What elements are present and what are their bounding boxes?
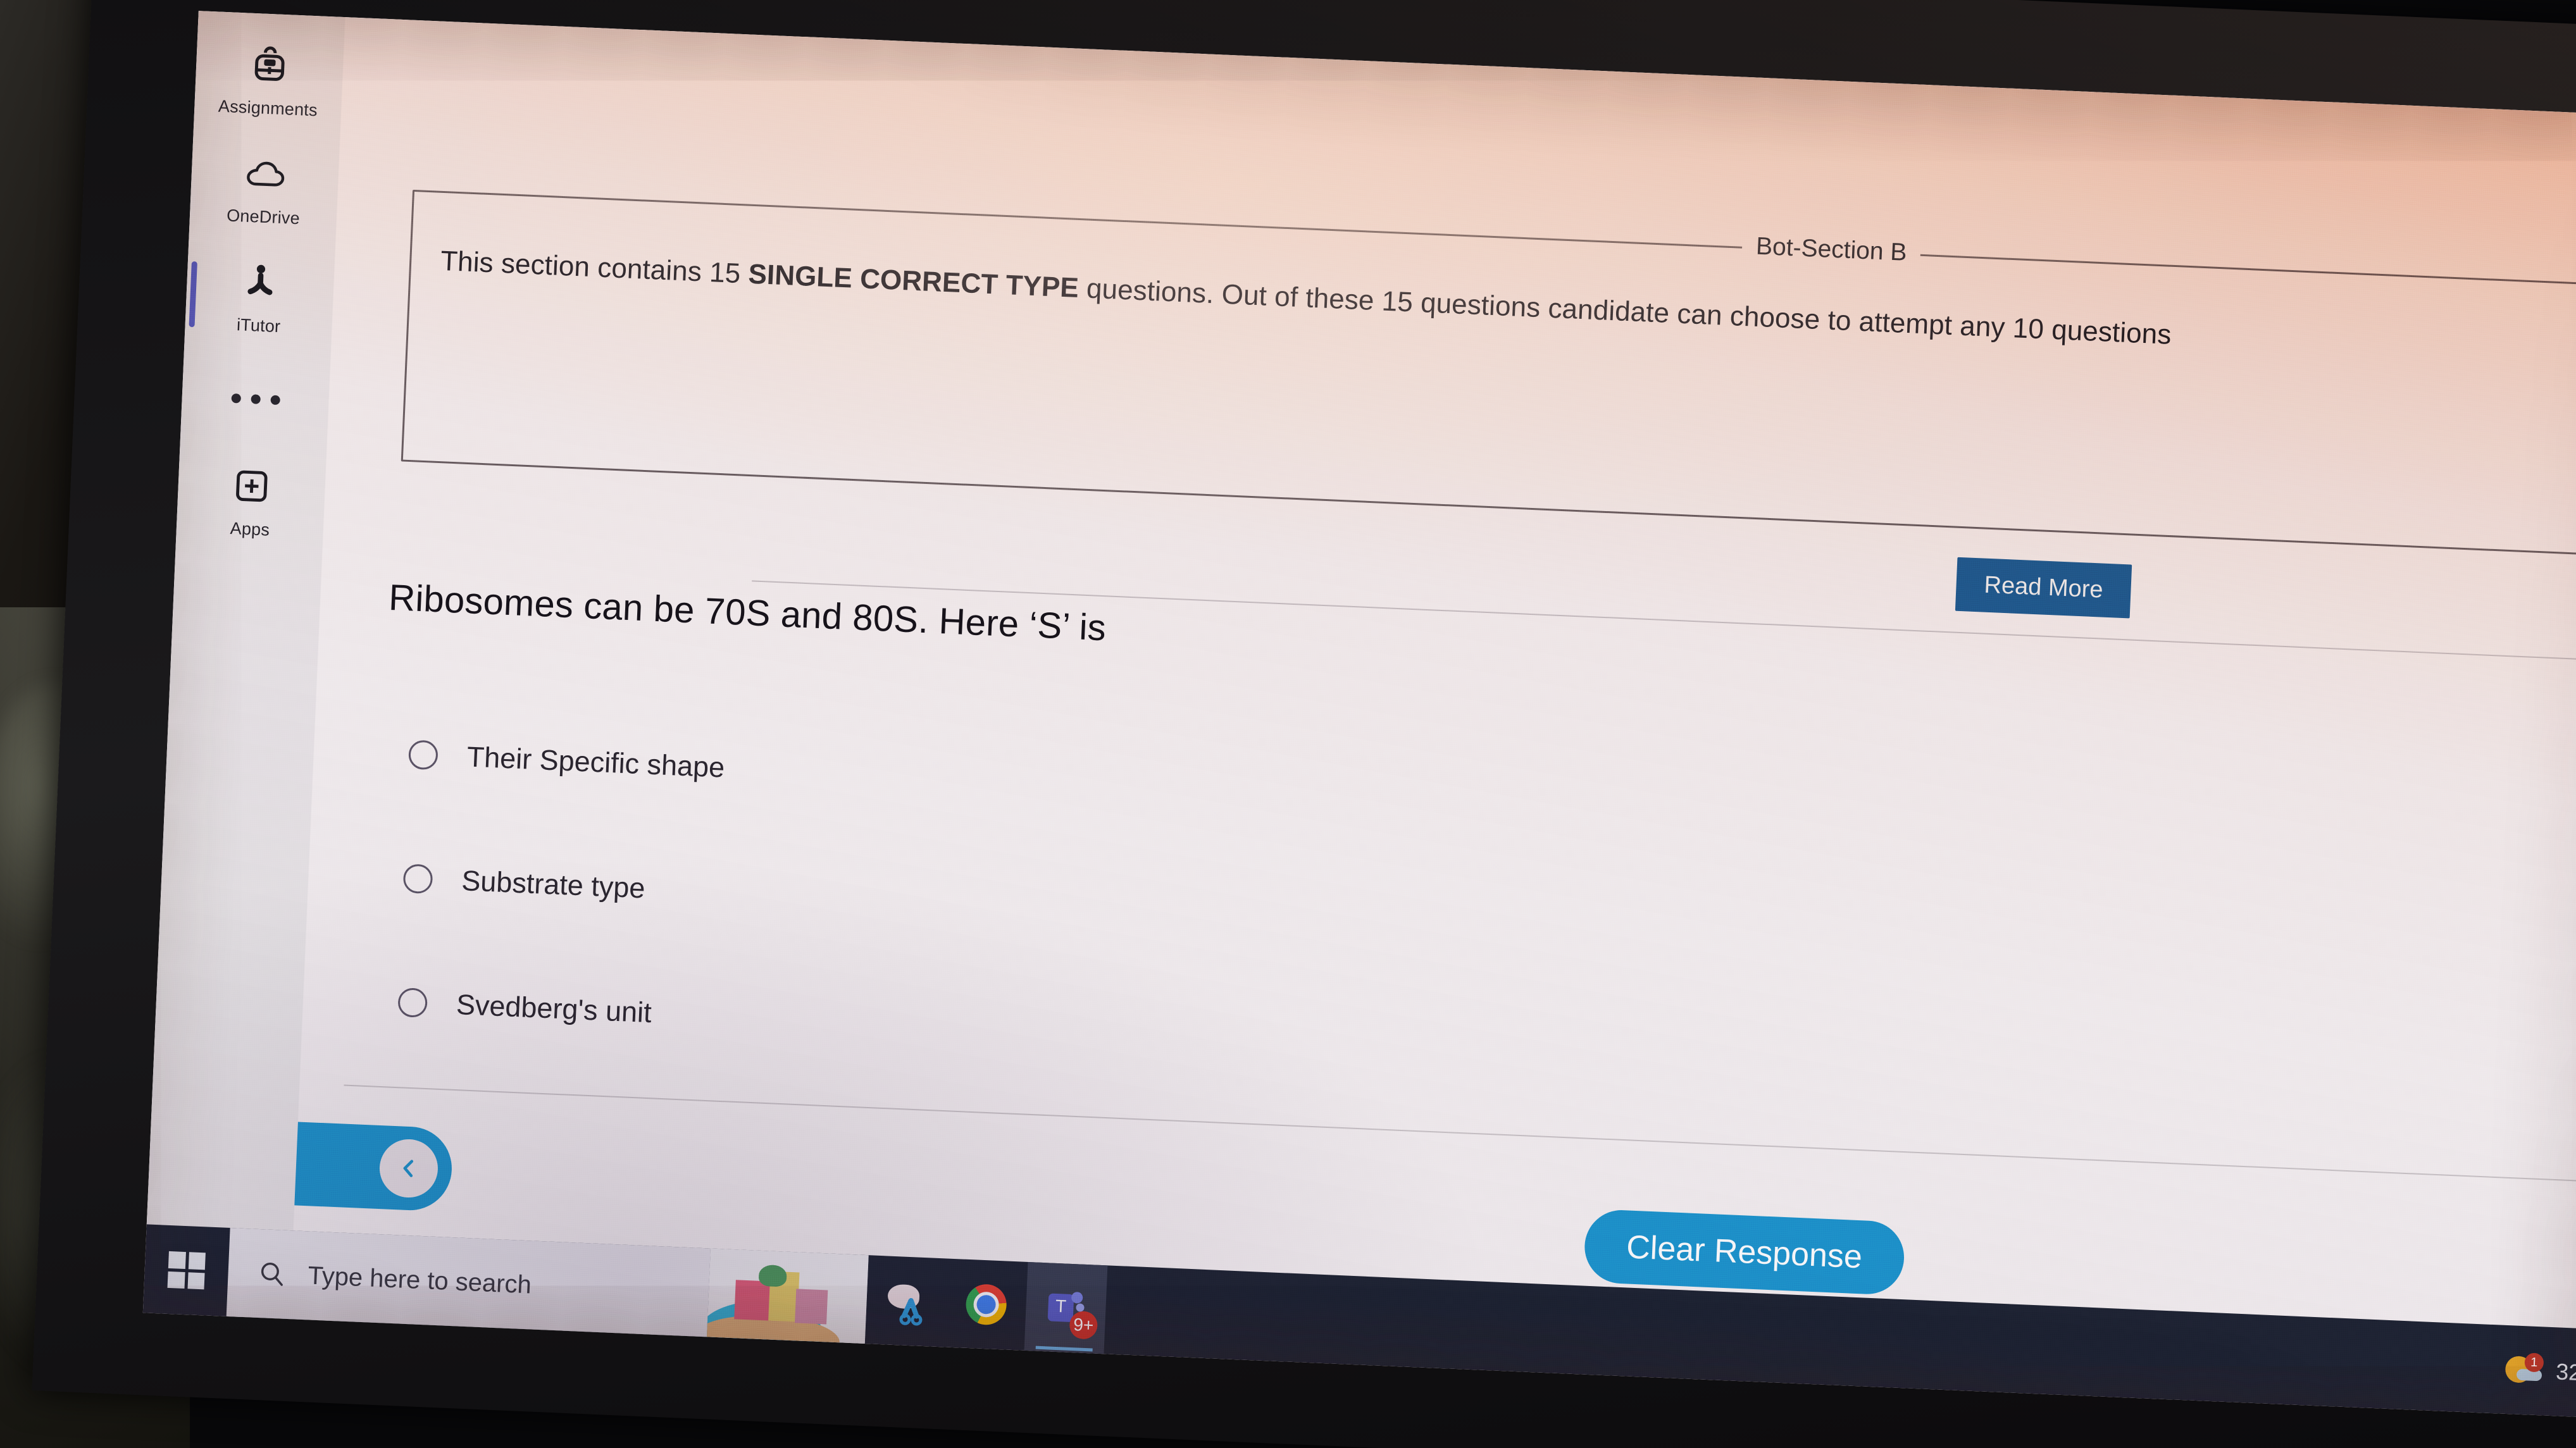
- instructions-text: This section contains 15 SINGLE CORRECT …: [440, 240, 2576, 378]
- radio-button-icon[interactable]: [408, 739, 439, 770]
- news-weather-image: [706, 1248, 869, 1344]
- start-button[interactable]: [143, 1224, 230, 1316]
- read-more-row: Read More: [1955, 557, 2132, 619]
- read-more-button[interactable]: Read More: [1955, 557, 2132, 619]
- option-label: Substrate type: [461, 864, 646, 905]
- taskbar-app-buttons: 9+: [865, 1255, 1108, 1354]
- person-tutor-icon: [236, 258, 285, 307]
- sidebar-item-onedrive[interactable]: OneDrive: [189, 131, 340, 246]
- sidebar-item-apps[interactable]: Apps: [175, 443, 327, 559]
- cloud-icon: [240, 149, 289, 198]
- search-placeholder: Type here to search: [307, 1261, 532, 1299]
- sidebar-item-label: Apps: [230, 518, 270, 540]
- sidebar-item-label: OneDrive: [226, 205, 301, 228]
- answer-options-list: Their Specific shape Substrate type Sved…: [395, 692, 2547, 1155]
- laptop-photo-scene: Assignments OneDrive iTutor Apps Bot-Sec…: [0, 0, 2576, 1448]
- instructions-text-part1: This section contains 15: [440, 245, 749, 290]
- sidebar-item-label: Assignments: [218, 96, 318, 120]
- google-chrome-icon: [965, 1283, 1007, 1326]
- taskbar-app-chrome[interactable]: [945, 1259, 1028, 1351]
- news-weather-thumbnail[interactable]: [706, 1248, 869, 1344]
- instructions-block: Bot-Section B This section contains 15 S…: [401, 189, 2576, 559]
- weather-badge: 1: [2524, 1352, 2544, 1373]
- microsoft-teams-window: Assignments OneDrive iTutor Apps Bot-Sec…: [146, 11, 2576, 1330]
- more-options-icon: [230, 393, 280, 405]
- plus-square-icon: [227, 461, 276, 510]
- option-label: Svedberg's unit: [456, 988, 652, 1029]
- chevron-left-icon: [378, 1138, 439, 1199]
- search-icon: [257, 1259, 287, 1289]
- instructions-text-bold: SINGLE CORRECT TYPE: [747, 258, 1080, 304]
- clear-response-button[interactable]: Clear Response: [1583, 1208, 1906, 1296]
- teams-notification-badge: 9+: [1069, 1310, 1098, 1340]
- sidebar-item-itutor[interactable]: iTutor: [184, 240, 335, 355]
- sidebar-item-label: iTutor: [236, 314, 281, 336]
- instructions-fieldset: Bot-Section B This section contains 15 S…: [401, 189, 2576, 559]
- sidebar-item-more-options[interactable]: [180, 349, 331, 450]
- windows-start-icon: [167, 1251, 206, 1290]
- option-label: Their Specific shape: [466, 740, 726, 784]
- backpack-icon: [246, 40, 294, 89]
- weather-sun-cloud-icon[interactable]: 1: [2503, 1352, 2545, 1389]
- section-legend: Bot-Section B: [1741, 232, 1922, 268]
- taskbar-app-snipping-tool[interactable]: [865, 1255, 949, 1347]
- previous-question-button[interactable]: [294, 1122, 454, 1212]
- laptop-bezel: Assignments OneDrive iTutor Apps Bot-Sec…: [32, 0, 2576, 1448]
- itutor-quiz-panel: Bot-Section B This section contains 15 S…: [293, 17, 2576, 1330]
- radio-button-icon[interactable]: [397, 987, 428, 1018]
- radio-button-icon[interactable]: [402, 863, 433, 894]
- laptop-screen: Assignments OneDrive iTutor Apps Bot-Sec…: [142, 11, 2576, 1418]
- sidebar-item-assignments[interactable]: Assignments: [194, 22, 345, 137]
- temperature-reading: 32: [2555, 1358, 2576, 1386]
- instructions-text-part2: questions. Out of these 15 questions can…: [1078, 273, 2172, 350]
- snipping-tool-icon: [885, 1280, 928, 1326]
- system-tray: 1 32: [2502, 1325, 2576, 1418]
- taskbar-app-microsoft-teams[interactable]: 9+: [1024, 1261, 1108, 1354]
